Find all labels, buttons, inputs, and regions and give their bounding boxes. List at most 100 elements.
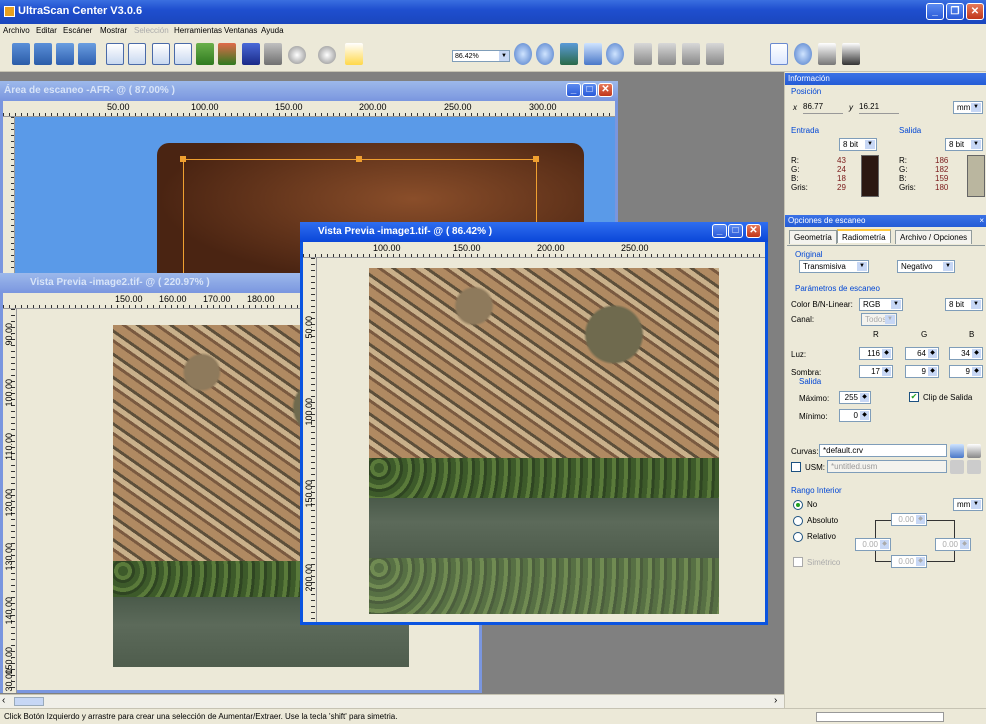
menu-ventanas[interactable]: Ventanas (224, 26, 257, 35)
original-mode-select[interactable]: Transmisiva ▼ (799, 260, 869, 273)
preview1-image[interactable] (369, 268, 719, 614)
menu-ayuda[interactable]: Ayuda (261, 26, 284, 35)
preview-image1-title: Vista Previa -image1.tif- @ ( 86.42% ) (300, 222, 768, 242)
minimize-button[interactable]: _ (926, 3, 944, 20)
output-bits-select[interactable]: 8 bit ▼ (945, 138, 983, 151)
output-b-label: B: (899, 174, 907, 183)
scroll-left-icon[interactable]: ‹ (2, 695, 5, 706)
usm-edit-icon[interactable] (967, 460, 981, 474)
zoom-fit-icon[interactable] (584, 43, 602, 65)
mirror-icon[interactable] (706, 43, 724, 65)
zoom-out-icon[interactable] (536, 43, 554, 65)
color-mode-select[interactable]: RGB ▼ (859, 298, 903, 311)
menu-seleccion[interactable]: Selección (134, 26, 169, 35)
rotate-right-icon[interactable] (658, 43, 676, 65)
menu-escaner[interactable]: Escáner (63, 26, 92, 35)
eyedropper-icon[interactable] (818, 43, 836, 65)
tool-green-icon[interactable] (196, 43, 214, 65)
eyedropper-dark-icon[interactable] (842, 43, 860, 65)
usm-field[interactable]: *untitled.usm (827, 460, 947, 473)
save-as-icon[interactable] (78, 43, 96, 65)
usm-open-icon[interactable] (950, 460, 964, 474)
selection-handle[interactable] (180, 156, 186, 162)
save-icon[interactable] (56, 43, 74, 65)
scroll-right-icon[interactable]: › (774, 695, 777, 706)
range-rel-radio[interactable] (793, 532, 803, 542)
scan-options-close-icon[interactable]: × (979, 216, 984, 225)
scan-area-close-button[interactable]: ✕ (598, 83, 613, 97)
curves-field[interactable]: *default.crv (819, 444, 947, 457)
input-bits-select[interactable]: 8 bit ▼ (839, 138, 877, 151)
range-left-field[interactable]: 0.00 ◆ (855, 538, 891, 551)
range-bottom-field[interactable]: 0.00 ◆ (891, 555, 927, 568)
image-edit-icon[interactable] (264, 43, 282, 65)
landscape-icon[interactable] (560, 43, 578, 65)
col-b-label: B (969, 330, 975, 339)
curves-open-icon[interactable] (950, 444, 964, 458)
circle-alt-icon[interactable] (318, 46, 336, 64)
scan-area-minimize-button[interactable]: _ (566, 83, 581, 97)
document-icon[interactable] (106, 43, 124, 65)
tool-red-icon[interactable] (218, 43, 236, 65)
zoom-reset-icon[interactable] (606, 43, 624, 65)
flip-icon[interactable] (682, 43, 700, 65)
preview-image1-window[interactable]: Vista Previa -image1.tif- @ ( 86.42% ) _… (300, 222, 768, 625)
image-icon[interactable] (242, 43, 260, 65)
range-top-field[interactable]: 0.00 ◆ (891, 513, 927, 526)
output-group-label: Salida (899, 126, 922, 135)
range-abs-radio[interactable] (793, 516, 803, 526)
output-g-value: 182 (935, 165, 949, 174)
menu-editar[interactable]: Editar (36, 26, 57, 35)
curves-edit-icon[interactable] (967, 444, 981, 458)
luz-b-field[interactable]: 34 ◆ (949, 347, 983, 360)
scan-area-maximize-button[interactable]: □ (582, 83, 597, 97)
scan-bits-select[interactable]: 8 bit ▼ (945, 298, 983, 311)
cut-icon[interactable] (174, 43, 192, 65)
clip-output-checkbox[interactable]: ✔ (909, 392, 919, 402)
circle-icon[interactable] (288, 46, 306, 64)
magnifier-icon[interactable] (794, 43, 812, 65)
tab-geometria[interactable]: Geometría (789, 230, 837, 244)
menu-herramientas[interactable]: Herramientas (174, 26, 222, 35)
range-right-field[interactable]: 0.00 ◆ (935, 538, 971, 551)
horizontal-scrollbar[interactable]: ‹ › (0, 694, 784, 708)
document-scan-icon[interactable] (152, 43, 170, 65)
input-gris-label: Gris: (791, 183, 808, 192)
help-icon[interactable] (345, 43, 363, 65)
original-polarity-select[interactable]: Negativo ▼ (897, 260, 955, 273)
input-gris-value: 29 (837, 183, 846, 192)
usm-checkbox[interactable] (791, 462, 801, 472)
preview1-maximize-button[interactable]: □ (728, 224, 743, 238)
selection-handle[interactable] (533, 156, 539, 162)
preview1-close-button[interactable]: ✕ (746, 224, 761, 238)
selection-handle[interactable] (356, 156, 362, 162)
sombra-g-field[interactable]: 9 ◆ (905, 365, 939, 378)
min-field[interactable]: 0 ◆ (839, 409, 871, 422)
menu-archivo[interactable]: Archivo (3, 26, 30, 35)
max-field[interactable]: 255 ◆ (839, 391, 871, 404)
tab-archivo-opciones[interactable]: Archivo / Opciones (895, 230, 973, 244)
range-unit-select[interactable]: mm ▼ (953, 498, 983, 511)
open-folder-icon[interactable] (12, 43, 30, 65)
document-preview-icon[interactable] (128, 43, 146, 65)
sombra-b-field[interactable]: 9 ◆ (949, 365, 983, 378)
luz-g-field[interactable]: 64 ◆ (905, 347, 939, 360)
range-no-radio[interactable] (793, 500, 803, 510)
zoom-in-icon[interactable] (514, 43, 532, 65)
scan-options-header: Opciones de escaneo × (785, 215, 986, 227)
channel-select[interactable]: Todos ▼ (861, 313, 897, 326)
close-button[interactable]: ✕ (966, 3, 984, 20)
position-unit-select[interactable]: mm ▼ (953, 101, 983, 114)
sombra-r-field[interactable]: 17 ◆ (859, 365, 893, 378)
zoom-select[interactable]: 86.42% ▼ (452, 50, 510, 62)
rotate-left-icon[interactable] (634, 43, 652, 65)
symmetric-checkbox[interactable] (793, 557, 803, 567)
menu-mostrar[interactable]: Mostrar (100, 26, 127, 35)
maximize-button[interactable]: ❐ (946, 3, 964, 20)
pointer-icon[interactable] (770, 43, 788, 65)
luz-r-field[interactable]: 116 ◆ (859, 347, 893, 360)
preview1-minimize-button[interactable]: _ (712, 224, 727, 238)
scroll-thumb[interactable] (14, 697, 44, 706)
tab-radiometria[interactable]: Radiometría (837, 229, 891, 243)
open-folder-alt-icon[interactable] (34, 43, 52, 65)
